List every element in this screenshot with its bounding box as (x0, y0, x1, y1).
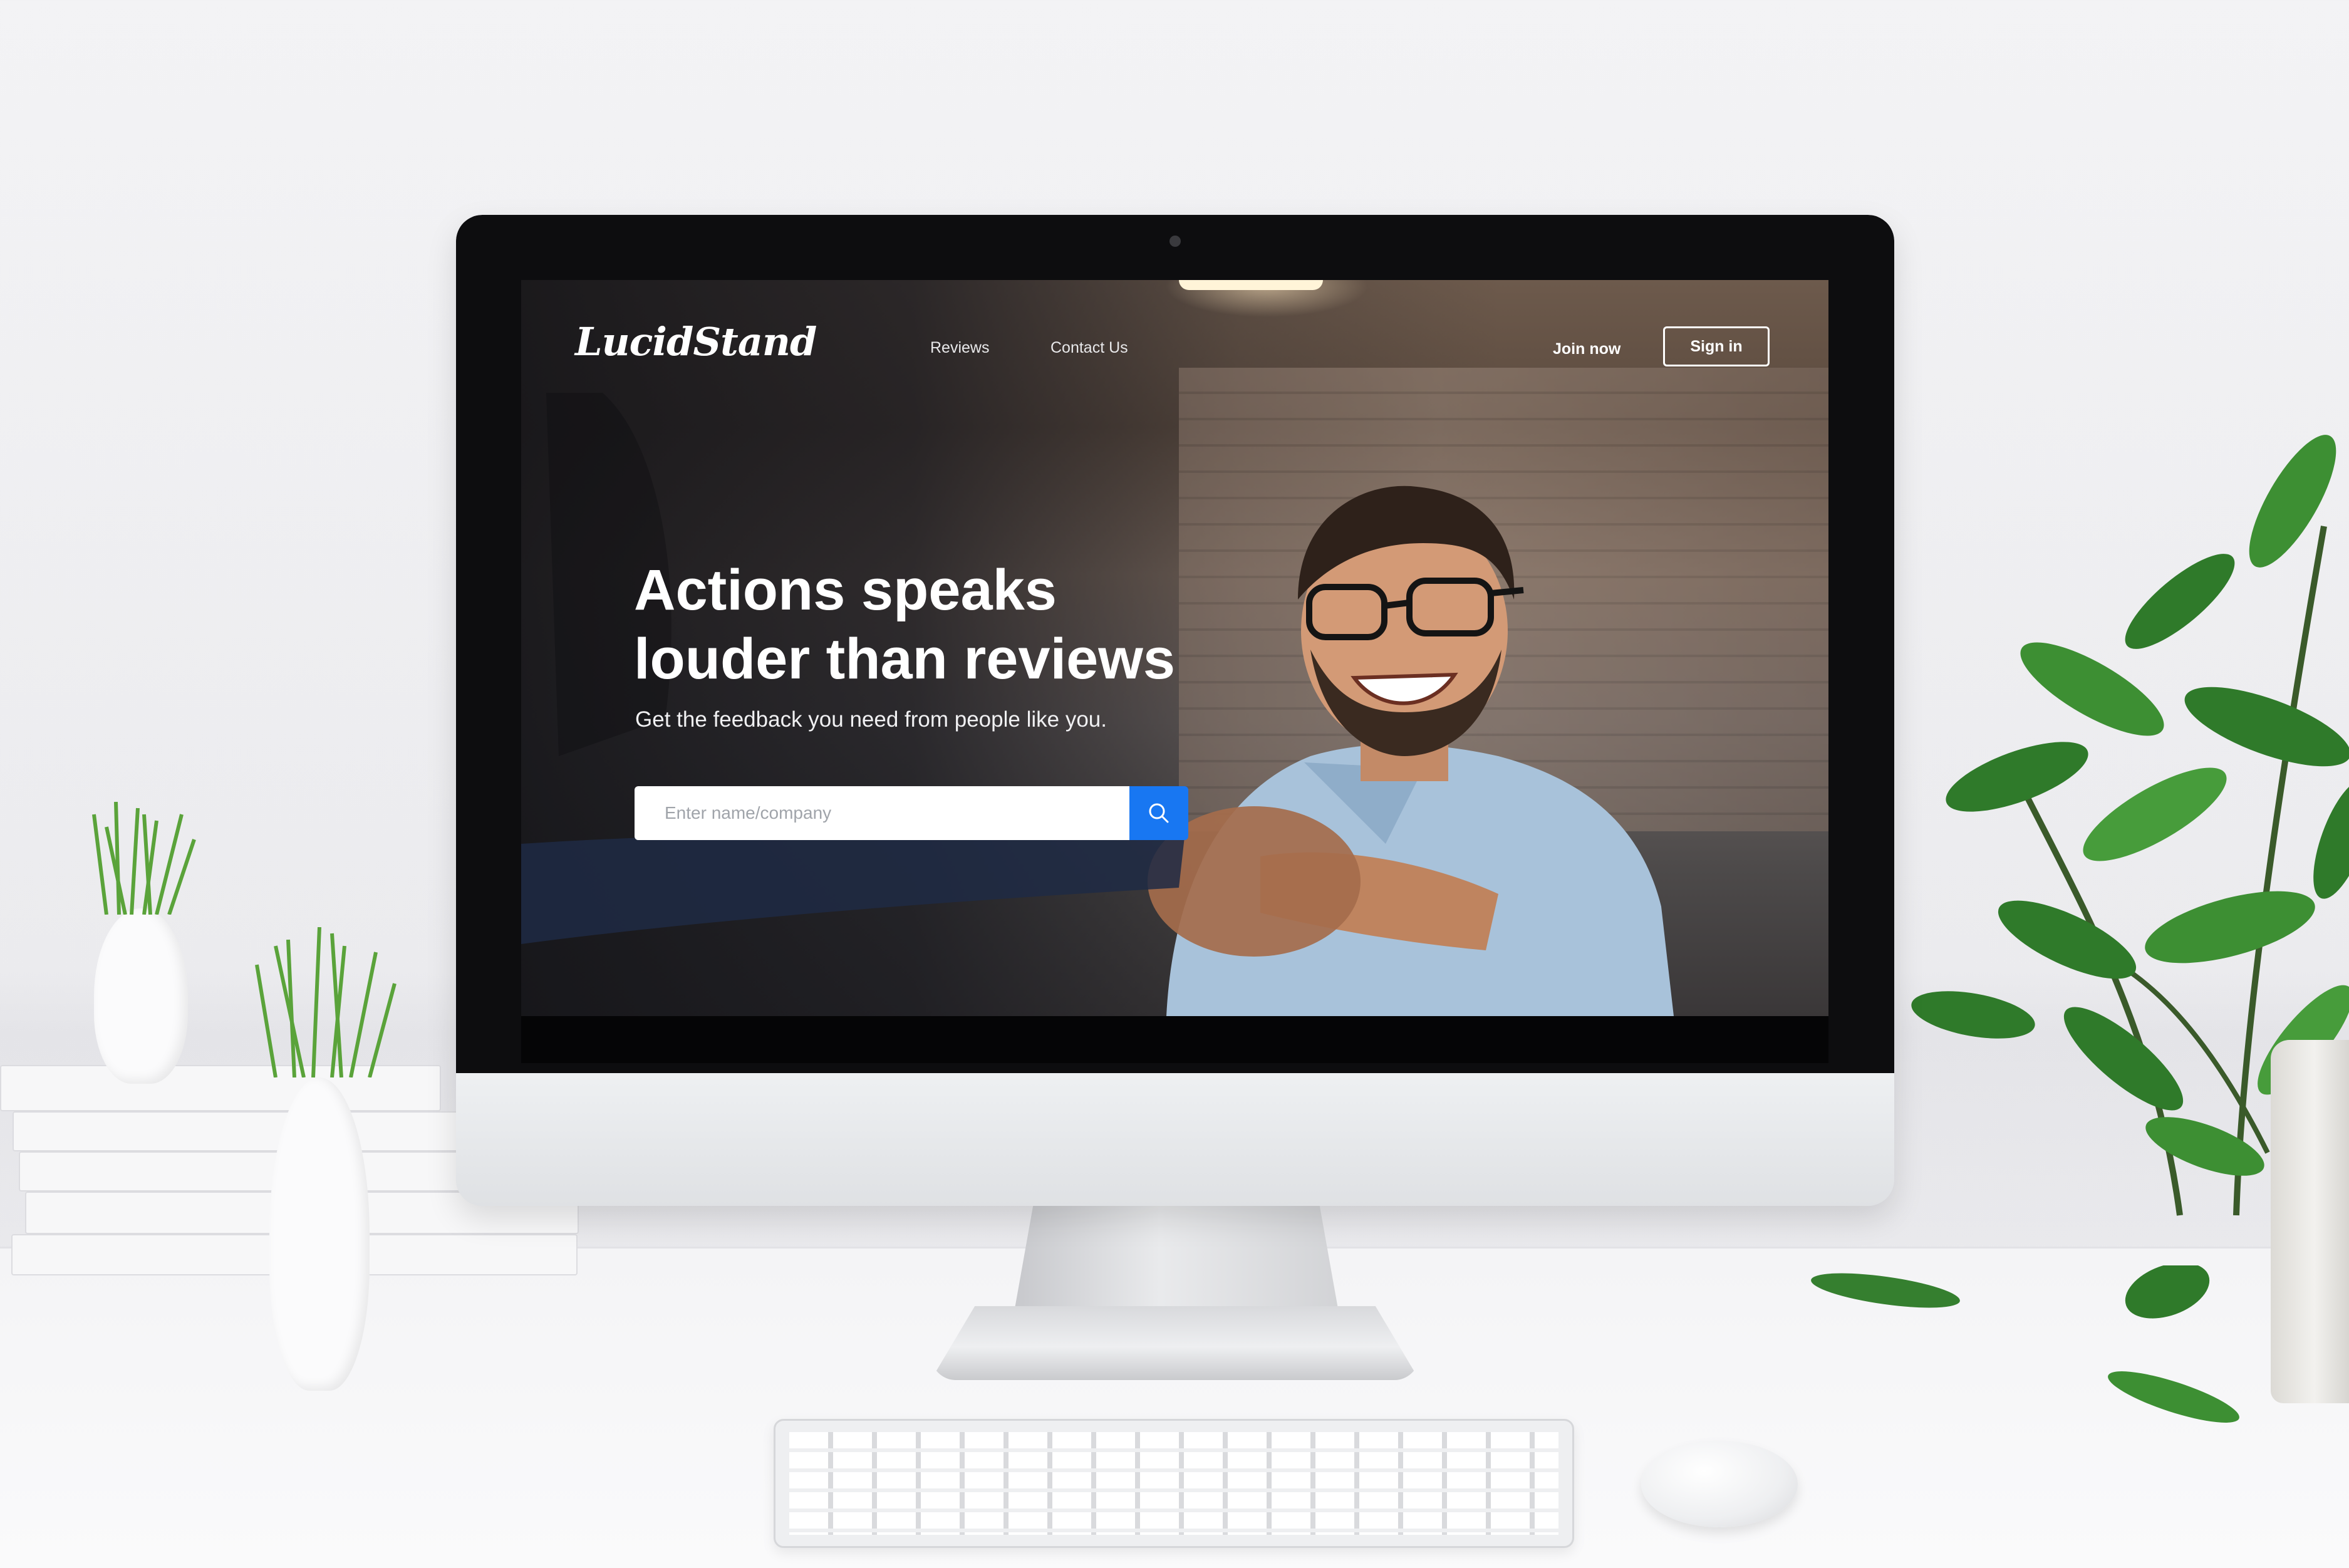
hero-headline-line-1: Actions speaks (634, 558, 1057, 622)
site-logo[interactable]: LucidStand (575, 319, 817, 365)
hero-headline: Actions speaks louder than reviews (634, 556, 1292, 693)
grass-plant-right (255, 927, 397, 1077)
keyboard (774, 1419, 1574, 1548)
camera-icon (1169, 236, 1181, 247)
search-bar (635, 786, 1188, 840)
desk-scene: LucidStand Reviews Contact Us Join now S… (0, 0, 2349, 1568)
nav-link-contact-us[interactable]: Contact Us (1050, 339, 1128, 357)
sign-in-button[interactable]: Sign in (1663, 326, 1770, 366)
website-screen: LucidStand Reviews Contact Us Join now S… (521, 280, 1828, 1063)
figurine-right (269, 1077, 370, 1391)
monitor-stand-base (931, 1306, 1419, 1380)
site-navbar: LucidStand Reviews Contact Us Join now S… (521, 280, 1828, 368)
keyboard-keys (789, 1432, 1558, 1535)
monitor-stand (1014, 1206, 1339, 1316)
monitor-chin (456, 1073, 1894, 1206)
mouse (1641, 1441, 1798, 1527)
figurine-left (94, 908, 188, 1084)
search-icon (1149, 803, 1169, 823)
fallen-leaves (1811, 1265, 2239, 1423)
hero-headline-line-2: louder than reviews (634, 627, 1176, 691)
join-now-link[interactable]: Join now (1553, 340, 1620, 358)
grass-plant-left (92, 802, 196, 915)
search-input[interactable] (635, 786, 1129, 840)
search-button[interactable] (1129, 786, 1188, 840)
hero-bottom-bar (521, 1016, 1828, 1063)
hero-subtitle: Get the feedback you need from people li… (635, 707, 1107, 732)
nav-link-reviews[interactable]: Reviews (930, 339, 989, 357)
